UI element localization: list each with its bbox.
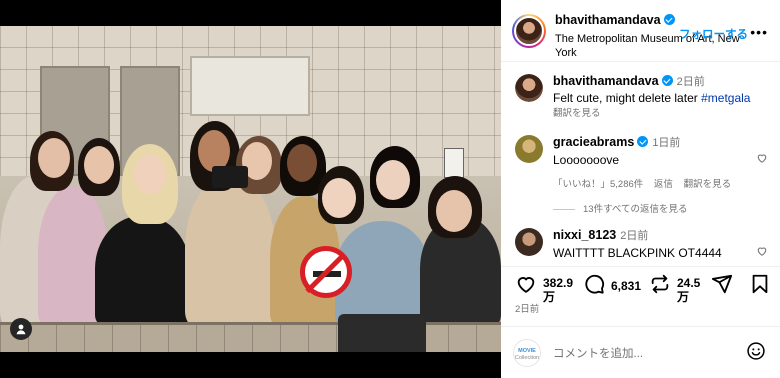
comment-heart-icon[interactable] [756, 245, 768, 257]
comment-count: 6,831 [611, 279, 642, 293]
comment-button[interactable]: 6,831 [583, 273, 641, 295]
repost-count: 24.5 [677, 276, 701, 290]
repost-button[interactable]: 24.5 万 [649, 273, 700, 304]
share-icon [711, 274, 733, 294]
comment-text: Looooooove [553, 153, 620, 167]
author-avatar[interactable] [512, 14, 546, 48]
tagged-users-button[interactable] [10, 318, 32, 340]
comment-icon [585, 274, 605, 294]
see-translation-link[interactable]: 翻訳を見る [553, 108, 601, 119]
hashtag-link[interactable]: #metgala [701, 91, 750, 105]
post-photo[interactable] [0, 26, 501, 352]
emoji-icon[interactable] [746, 341, 766, 361]
caption-text: Felt cute, might delete later [553, 91, 698, 105]
post-actions-bar: 382.9 万 6,831 24.5 万 [501, 266, 780, 324]
share-button[interactable] [711, 273, 733, 295]
person [95, 216, 190, 326]
wall-panel [190, 56, 310, 116]
face [322, 178, 356, 218]
post-date[interactable]: 2日前 [515, 301, 539, 315]
like-count-unit: 万 [543, 290, 556, 304]
post-details-panel: bhavithamandava The Metropolitan Museum … [501, 0, 780, 378]
comment-text: WAITTTT BLACKPINK OT4444 [553, 246, 722, 260]
comment-heart-icon[interactable] [756, 152, 768, 164]
group-of-people [0, 116, 501, 326]
person [185, 176, 275, 326]
author-username[interactable]: bhavithamandava [555, 13, 661, 27]
face [134, 154, 166, 194]
no-smoking-sign [300, 246, 352, 298]
comment-time[interactable]: 2日前 [620, 230, 648, 242]
repost-count-unit: 万 [677, 290, 690, 304]
commenter-avatar[interactable] [515, 228, 543, 256]
post-header: bhavithamandava The Metropolitan Museum … [501, 0, 780, 62]
heart-icon [517, 277, 535, 293]
face [84, 146, 114, 184]
bookmark-icon [752, 274, 768, 294]
save-button[interactable] [749, 273, 771, 295]
verified-badge-icon [663, 14, 675, 25]
comment-input[interactable]: コメントを追加... [553, 345, 643, 361]
add-comment-bar: MOVIE Collection コメントを追加... [501, 326, 780, 378]
caption-time[interactable]: 2日前 [677, 76, 705, 88]
reply-button[interactable]: 返信 [654, 179, 673, 190]
repost-icon [651, 274, 669, 294]
logo-text: MOVIE [518, 348, 536, 354]
verified-badge-icon [637, 136, 649, 147]
caption-author-avatar[interactable] [515, 74, 543, 102]
post-photo-panel [0, 0, 501, 378]
like-button[interactable]: 382.9 万 [515, 273, 573, 304]
comment-like-count[interactable]: 「いいね！」5,286件 [553, 179, 643, 190]
face [436, 190, 472, 232]
commenter-username[interactable]: gracieabrams [553, 135, 634, 149]
view-replies-link[interactable]: 13件すべての返信を見る [553, 201, 688, 215]
face [376, 160, 410, 200]
comment-time[interactable]: 1日前 [652, 137, 680, 149]
like-count: 382.9 [543, 276, 574, 290]
commenter-username[interactable]: nixxi_8123 [553, 228, 616, 242]
verified-badge-icon [661, 75, 673, 86]
more-options-icon[interactable]: ••• [750, 24, 768, 40]
caption-author-username[interactable]: bhavithamandava [553, 74, 659, 88]
paper-towel-dispenser [338, 314, 426, 352]
follow-button[interactable]: フォローする [679, 26, 748, 42]
user-icon [16, 324, 26, 335]
face [287, 144, 317, 182]
logo-text: Collection [514, 355, 540, 361]
see-translation-link[interactable]: 翻訳を見る [684, 179, 732, 190]
commenter-avatar[interactable] [515, 135, 543, 163]
face [38, 138, 70, 178]
phone [212, 166, 248, 188]
viewer-avatar[interactable]: MOVIE Collection [513, 339, 541, 367]
